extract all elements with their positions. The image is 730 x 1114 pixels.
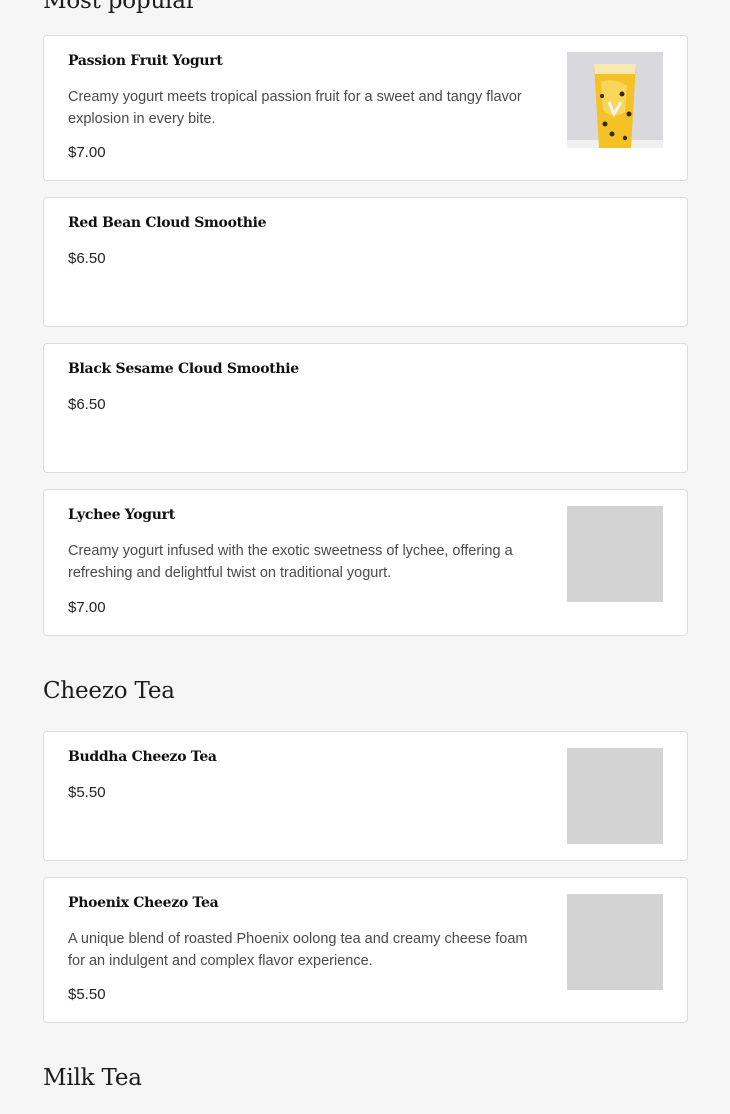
menu-item-price: $6.50 bbox=[68, 250, 106, 267]
menu-item-card[interactable]: Red Bean Cloud Smoothie $6.50 bbox=[43, 197, 688, 327]
menu-item-price: $5.50 bbox=[68, 784, 106, 801]
section-title-milk-tea: Milk Tea bbox=[43, 1065, 142, 1091]
menu-item-price: $7.00 bbox=[68, 144, 106, 161]
menu-item-card[interactable]: Lychee Yogurt Creamy yogurt infused with… bbox=[43, 489, 688, 636]
menu-item-image bbox=[567, 52, 663, 148]
menu-item-image-placeholder bbox=[567, 894, 663, 990]
menu-page: Most popular Passion Fruit Yogurt Creamy… bbox=[0, 0, 730, 1114]
menu-item-name: Buddha Cheezo Tea bbox=[68, 749, 217, 765]
section-title-most-popular: Most popular bbox=[43, 0, 197, 14]
menu-item-price: $7.00 bbox=[68, 599, 106, 616]
menu-item-price: $6.50 bbox=[68, 396, 106, 413]
menu-item-image-placeholder bbox=[567, 748, 663, 844]
menu-item-name: Passion Fruit Yogurt bbox=[68, 53, 223, 69]
menu-item-description: A unique blend of roasted Phoenix oolong… bbox=[68, 931, 528, 969]
section-title-cheezo-tea: Cheezo Tea bbox=[43, 678, 175, 704]
menu-item-price: $5.50 bbox=[68, 986, 106, 1003]
menu-item-description: Creamy yogurt meets tropical passion fru… bbox=[68, 89, 522, 127]
menu-item-name: Lychee Yogurt bbox=[68, 507, 175, 523]
menu-item-image-placeholder bbox=[567, 506, 663, 602]
menu-item-card[interactable]: Phoenix Cheezo Tea A unique blend of roa… bbox=[43, 877, 688, 1023]
menu-item-description: Creamy yogurt infused with the exotic sw… bbox=[68, 543, 513, 581]
menu-item-name: Red Bean Cloud Smoothie bbox=[68, 215, 267, 231]
menu-item-name: Black Sesame Cloud Smoothie bbox=[68, 361, 299, 377]
menu-item-card[interactable]: Passion Fruit Yogurt Creamy yogurt meets… bbox=[43, 35, 688, 181]
passion-fruit-yogurt-photo bbox=[567, 52, 663, 148]
menu-item-card[interactable]: Buddha Cheezo Tea $5.50 bbox=[43, 731, 688, 861]
menu-item-card[interactable]: Black Sesame Cloud Smoothie $6.50 bbox=[43, 343, 688, 473]
menu-item-name: Phoenix Cheezo Tea bbox=[68, 895, 219, 911]
